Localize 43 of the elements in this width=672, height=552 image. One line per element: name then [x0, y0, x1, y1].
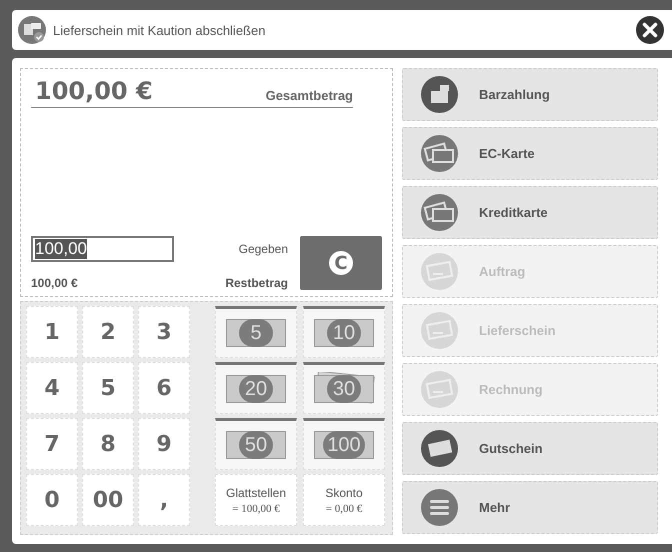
banknote-button[interactable]: 30	[303, 362, 385, 414]
banknote-button[interactable]: 5	[215, 306, 297, 358]
payment-method-button[interactable]: Gutschein	[402, 422, 658, 475]
document-card-icon	[421, 371, 458, 408]
quick-action-button[interactable]: Skonto = 0,00 €	[303, 474, 385, 526]
menu-icon	[421, 489, 458, 526]
keypad-key[interactable]: 2	[82, 306, 134, 358]
payment-icon	[18, 16, 46, 44]
banknote-button[interactable]: 50	[215, 418, 297, 470]
cards-icon	[421, 135, 458, 172]
given-label: Gegeben	[238, 242, 288, 256]
keypad-key[interactable]: 00	[82, 474, 134, 526]
keypad-key[interactable]: 9	[138, 418, 190, 470]
document-card-icon	[421, 253, 458, 290]
window-title: Lieferschein mit Kaution abschließen	[53, 22, 266, 38]
payment-method-button[interactable]: EC-Karte	[402, 127, 658, 180]
clear-button[interactable]: C	[300, 236, 382, 290]
payment-method-button[interactable]: Mehr	[402, 481, 658, 534]
total-label: Gesamtbetrag	[266, 88, 353, 103]
keypad-key[interactable]: 3	[138, 306, 190, 358]
keypad-key[interactable]: 0	[26, 474, 78, 526]
total-amount: 100,00 €	[35, 77, 153, 105]
keypad-key[interactable]: 1	[26, 306, 78, 358]
keypad-key[interactable]: 6	[138, 362, 190, 414]
keypad-key[interactable]: 4	[26, 362, 78, 414]
given-amount-field[interactable]: 100,00	[31, 236, 174, 262]
remaining-amount: 100,00 €	[31, 276, 78, 290]
close-icon[interactable]	[636, 16, 664, 44]
keypad-key[interactable]: 7	[26, 418, 78, 470]
document-card-icon	[421, 312, 458, 349]
quick-action-button[interactable]: Glattstellen = 100,00 €	[215, 474, 297, 526]
keypad-key[interactable]: ,	[138, 474, 190, 526]
cash-register-icon	[421, 76, 458, 113]
keypad-key[interactable]: 8	[82, 418, 134, 470]
banknote-button[interactable]: 10	[303, 306, 385, 358]
banknote-button[interactable]: 100	[303, 418, 385, 470]
banknote-button[interactable]: 20	[215, 362, 297, 414]
voucher-icon	[421, 430, 458, 467]
payment-method-button[interactable]: Kreditkarte	[402, 186, 658, 239]
remaining-label: Restbetrag	[225, 276, 288, 290]
cards-icon	[421, 194, 458, 231]
keypad-key[interactable]: 5	[82, 362, 134, 414]
payment-method-button[interactable]: Barzahlung	[402, 68, 658, 121]
